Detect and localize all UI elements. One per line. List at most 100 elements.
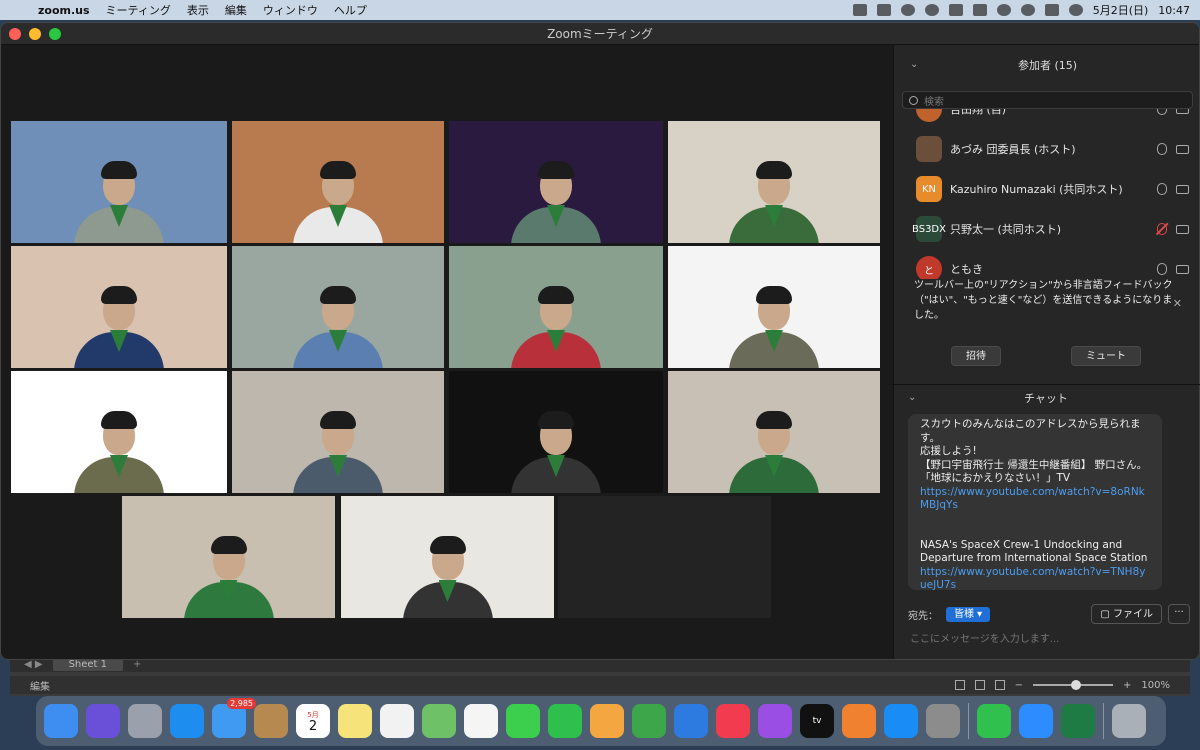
zoom-app-icon[interactable]: [1019, 704, 1053, 738]
close-tooltip-icon[interactable]: ✕: [1173, 296, 1182, 311]
reminders-icon[interactable]: [380, 704, 414, 738]
collapse-participants-icon[interactable]: ⌄: [910, 59, 918, 70]
apple-tv-icon[interactable]: tv: [800, 704, 834, 738]
camera-icon[interactable]: [1176, 184, 1189, 194]
mic-icon[interactable]: [1157, 263, 1167, 275]
zoom-out-button[interactable]: −: [1015, 680, 1023, 691]
siri-app-icon[interactable]: [86, 704, 120, 738]
menu-view[interactable]: 表示: [187, 2, 209, 18]
video-tile-boy-3-red[interactable]: [449, 246, 663, 368]
video-tile-scout-house-slide[interactable]: [668, 246, 880, 368]
tooltip-text: ツールバー上の"リアクション"から非言語フィードバック（"はい"、"もっと速く"…: [914, 280, 1173, 321]
zoom-status-icon[interactable]: [852, 4, 867, 16]
music-icon[interactable]: [716, 704, 750, 738]
recipient-dropdown[interactable]: 皆様 ▾: [946, 606, 991, 622]
keynote-icon[interactable]: [674, 704, 708, 738]
video-tile-boy-4[interactable]: [232, 371, 444, 493]
video-tile-boy-with-cat[interactable]: [668, 371, 880, 493]
sync-status-icon[interactable]: [900, 4, 915, 16]
video-tile-boy-2[interactable]: [232, 246, 444, 368]
cloud-icon[interactable]: [924, 4, 939, 16]
video-tile-boy-5[interactable]: [341, 496, 554, 618]
excel-icon[interactable]: [1061, 704, 1095, 738]
file-button[interactable]: ▢ ファイル: [1091, 604, 1162, 624]
facetime-icon[interactable]: [548, 704, 582, 738]
siri-icon[interactable]: [1068, 4, 1083, 16]
page-layout-icon[interactable]: [974, 680, 985, 690]
system-preferences-icon[interactable]: [926, 704, 960, 738]
control-center-icon[interactable]: [1044, 4, 1059, 16]
app-menu[interactable]: zoom.us: [38, 4, 90, 17]
mic-icon[interactable]: [1157, 143, 1167, 155]
apple-menu-icon[interactable]: [10, 3, 22, 17]
zoom-in-button[interactable]: +: [1123, 680, 1131, 691]
maps-icon[interactable]: [422, 704, 456, 738]
chat-link-2[interactable]: https://www.youtube.com/watch?v=TNH8yueJ…: [920, 566, 1150, 591]
mic-muted-icon[interactable]: [1157, 223, 1167, 235]
video-tile-boy-1[interactable]: [11, 246, 227, 368]
mail-icon[interactable]: 2,985: [212, 698, 256, 738]
messages-icon[interactable]: [506, 704, 540, 738]
window-titlebar: Zoomミーティング: [1, 23, 1199, 45]
normal-view-icon[interactable]: [954, 680, 965, 690]
mute-all-button[interactable]: ミュート: [1071, 346, 1141, 366]
video-tile-man-glasses-green[interactable]: [122, 496, 335, 618]
input-method-icon[interactable]: [948, 4, 963, 16]
calendar-icon[interactable]: 5月 2: [296, 704, 330, 738]
contacts-icon[interactable]: [254, 704, 288, 738]
notes-icon[interactable]: [338, 704, 372, 738]
add-sheet-icon[interactable]: +: [133, 659, 141, 670]
spotlight-search-icon[interactable]: [1020, 4, 1035, 16]
pages-icon[interactable]: [590, 704, 624, 738]
zoom-slider-knob[interactable]: [1071, 680, 1082, 690]
participant-row[interactable]: とともき: [894, 249, 1199, 279]
finder-icon[interactable]: [44, 704, 78, 738]
participant-row[interactable]: BS3DX 只野太一 (共同ホスト): [894, 209, 1199, 249]
zoom-slider[interactable]: [1033, 680, 1114, 690]
menu-meeting[interactable]: ミーティング: [106, 2, 171, 18]
sheet-nav-arrows[interactable]: ◀ ▶: [24, 659, 43, 670]
podcasts-icon[interactable]: [758, 704, 792, 738]
menubar-status-area: 5月2日(日) 10:47: [852, 2, 1190, 18]
chat-message-input[interactable]: ここにメッセージを入力します...: [910, 630, 1180, 645]
line-status-icon[interactable]: [876, 4, 891, 16]
more-options-button[interactable]: ···: [1168, 604, 1190, 624]
participant-search[interactable]: 検索: [902, 91, 1193, 109]
menubar-date[interactable]: 5月2日(日): [1093, 2, 1149, 18]
camera-icon[interactable]: [1176, 224, 1189, 234]
menubar-time[interactable]: 10:47: [1158, 4, 1190, 17]
trash-icon[interactable]: [1112, 704, 1146, 738]
camera-icon[interactable]: [1176, 144, 1189, 154]
invite-button[interactable]: 招待: [951, 346, 1001, 366]
video-tile-man-colorful-background[interactable]: [449, 121, 663, 243]
battery-icon[interactable]: [972, 4, 987, 16]
wifi-icon[interactable]: [996, 4, 1011, 16]
chat-link-1[interactable]: https://www.youtube.com/watch?v=8oRNkMBJ…: [920, 486, 1150, 513]
video-tile-scout-leader-tokyo-tower[interactable]: [11, 121, 227, 243]
video-tile-young-man-sunset-city[interactable]: [232, 121, 444, 243]
menu-window[interactable]: ウィンドウ: [263, 2, 318, 18]
empty-video-tile[interactable]: [558, 496, 771, 618]
numbers-icon[interactable]: [632, 704, 666, 738]
mic-icon[interactable]: [1157, 183, 1167, 195]
line-app-icon[interactable]: [977, 704, 1011, 738]
menu-help[interactable]: ヘルプ: [334, 2, 367, 18]
participant-row[interactable]: KN Kazuhiro Numazaki (共同ホスト): [894, 169, 1199, 209]
app-store-icon[interactable]: [884, 704, 918, 738]
video-tile-screen-share-peace[interactable]: [449, 371, 663, 493]
photos-icon[interactable]: [464, 704, 498, 738]
participant-row[interactable]: 吉田翔 (自): [894, 109, 1199, 129]
camera-icon[interactable]: [1176, 109, 1189, 114]
mic-icon[interactable]: [1157, 109, 1167, 115]
launchpad-icon[interactable]: [128, 704, 162, 738]
books-icon[interactable]: [842, 704, 876, 738]
page-break-icon[interactable]: [994, 680, 1005, 690]
safari-icon[interactable]: [170, 704, 204, 738]
video-tile-leader-blue-logo[interactable]: [11, 371, 227, 493]
video-tile-boy-room[interactable]: [668, 121, 880, 243]
menu-edit[interactable]: 編集: [225, 2, 247, 18]
camera-icon[interactable]: [1176, 264, 1189, 274]
participant-row[interactable]: あづみ 団委員長 (ホスト): [894, 129, 1199, 169]
collapse-chat-icon[interactable]: ⌄: [908, 392, 916, 403]
participant-search-input[interactable]: 検索: [924, 93, 944, 108]
